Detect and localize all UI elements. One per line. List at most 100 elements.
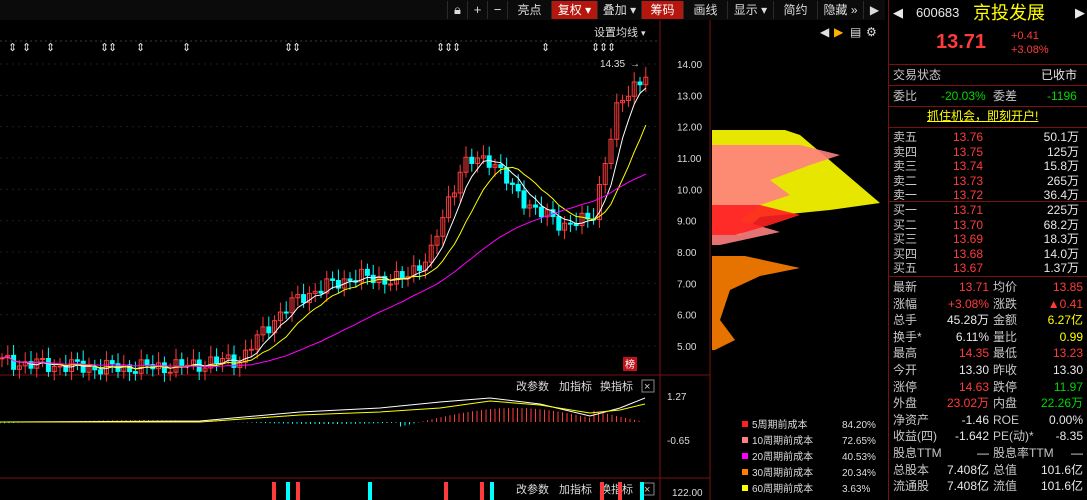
caret-down-icon: ▾ bbox=[761, 3, 768, 17]
lock-icon[interactable]: 🔒︎ bbox=[447, 1, 467, 19]
macd-switch-button[interactable]: 换指标 bbox=[600, 379, 633, 393]
stat-label: 最新 bbox=[893, 280, 918, 294]
chip-legend-name: 5周期前成本 bbox=[752, 418, 808, 431]
triangle-right-icon[interactable]: ▶ bbox=[834, 25, 844, 39]
candle-body bbox=[109, 360, 115, 365]
event-marker-icon: ⇕ bbox=[452, 42, 461, 54]
caret-down-icon: ▾ bbox=[641, 28, 646, 38]
price-tick: 8.00 bbox=[677, 248, 697, 259]
highlight-button[interactable]: 亮点 bbox=[507, 1, 551, 19]
simple-button[interactable]: 简约 bbox=[773, 1, 817, 19]
candle-body bbox=[469, 156, 475, 164]
high-price-marker: 14.35 bbox=[600, 59, 625, 70]
last-price: 13.71 bbox=[936, 31, 987, 53]
stat-value: 7.408亿 bbox=[946, 462, 989, 477]
overlay-button[interactable]: 叠加 ▾ bbox=[597, 1, 641, 19]
draw-line-button[interactable]: 画线 bbox=[683, 1, 727, 19]
chip-legend-pct: 84.20% bbox=[842, 420, 876, 431]
divider bbox=[889, 276, 1087, 277]
vol-add-button[interactable]: 加指标 bbox=[559, 482, 592, 496]
stat-label: 换手* bbox=[893, 329, 922, 344]
candle-body bbox=[11, 354, 17, 370]
candle-body bbox=[538, 206, 544, 218]
stat-label: 涨幅 bbox=[893, 296, 918, 311]
triangle-right-icon[interactable]: ▶ bbox=[1075, 6, 1085, 20]
triangle-left-icon[interactable]: ◀ bbox=[893, 6, 903, 20]
ob-volume: 15.8万 bbox=[1043, 159, 1079, 173]
divider bbox=[889, 106, 1087, 107]
stat-value: 13.23 bbox=[1052, 346, 1083, 361]
gear-icon[interactable]: ⚙ bbox=[866, 25, 877, 39]
chart-area: ⇕ ⇕ ⇕ ⇕⇕ ⇕ ⇕ ⇕⇕ ⇕⇕⇕ ⇕ ⇕⇕⇕ 14.0013.0012.0011.0010.… bbox=[0, 20, 885, 500]
stat-value: 7.408亿 bbox=[946, 479, 989, 494]
bars-icon[interactable]: ▤ bbox=[850, 25, 861, 39]
stat-label: 最低 bbox=[993, 346, 1018, 361]
minus-icon[interactable]: − bbox=[487, 1, 507, 19]
event-marker-icon: ⇕ bbox=[607, 42, 616, 54]
stat-label: 总手 bbox=[893, 313, 918, 328]
event-marker-icon: ⇕ bbox=[8, 42, 17, 54]
volume-bar bbox=[600, 482, 604, 500]
candle-body bbox=[74, 359, 80, 362]
display-button[interactable]: 显示 ▾ bbox=[727, 1, 773, 19]
macd-add-button[interactable]: 加指标 bbox=[559, 379, 592, 393]
price-tick: 10.00 bbox=[677, 185, 702, 196]
weibi-value: -20.03% bbox=[941, 89, 986, 103]
ob-price: 13.67 bbox=[953, 261, 984, 275]
stat-label: ROE bbox=[993, 412, 1020, 427]
price-tick: 5.00 bbox=[677, 342, 697, 353]
weicha-value: -1196 bbox=[1047, 89, 1077, 103]
stat-value: 11.97 bbox=[1053, 379, 1083, 394]
stat-value: 101.6亿 bbox=[1040, 462, 1083, 477]
macd-tick-low: -0.65 bbox=[667, 436, 690, 447]
ob-price: 13.70 bbox=[953, 217, 984, 232]
stat-value: 23.02万 bbox=[946, 396, 989, 411]
divider bbox=[889, 201, 1087, 202]
event-marker-icon: ⇕ bbox=[541, 42, 550, 54]
chip-legend-swatch bbox=[742, 421, 748, 427]
ob-label: 买二 bbox=[893, 217, 918, 232]
volume-bar bbox=[618, 482, 622, 500]
macd-params-button[interactable]: 改参数 bbox=[516, 379, 549, 393]
stat-value: 6.27亿 bbox=[1047, 313, 1083, 328]
chips-button[interactable]: 筹码 bbox=[641, 1, 683, 19]
ob-label: 买五 bbox=[893, 261, 918, 275]
stock-code: 600683 bbox=[916, 5, 960, 20]
stat-value: 14.35 bbox=[958, 346, 989, 361]
vol-params-button[interactable]: 改参数 bbox=[516, 482, 549, 496]
stat-label: 内盘 bbox=[993, 396, 1018, 411]
weibi-label: 委比 bbox=[893, 89, 918, 103]
chip-legend-name: 20周期前成本 bbox=[752, 450, 813, 463]
ob-label: 买三 bbox=[893, 232, 918, 246]
triangle-left-icon[interactable]: ◀ bbox=[820, 25, 830, 39]
adjust-button[interactable]: 复权 ▾ bbox=[551, 1, 597, 19]
chart-toolbar: 🔒︎ + − 亮点 复权 ▾ 叠加 ▾ 筹码 画线 显示 ▾ 简约 隐藏 » ▶ bbox=[0, 0, 885, 20]
candle-body bbox=[283, 311, 289, 314]
chip-legend-name: 30周期前成本 bbox=[752, 466, 813, 479]
event-marker-icon: ⇕ bbox=[22, 42, 31, 54]
event-marker-icon: ⇕ bbox=[46, 42, 55, 54]
candle-body bbox=[556, 216, 562, 231]
stat-value: 13.30 bbox=[958, 363, 989, 377]
ob-label: 卖二 bbox=[893, 173, 918, 188]
candle-body bbox=[45, 358, 51, 372]
plus-icon[interactable]: + bbox=[467, 1, 487, 19]
candle-body bbox=[399, 271, 405, 280]
volume-bar bbox=[444, 482, 448, 500]
price-tick: 6.00 bbox=[677, 311, 697, 322]
candle-body bbox=[301, 294, 307, 303]
arrow-right-icon: → bbox=[630, 59, 640, 70]
ma-setting-link[interactable]: 设置均线 bbox=[594, 25, 638, 39]
nav-right-button[interactable]: ▶ bbox=[863, 1, 885, 19]
hide-button[interactable]: 隐藏 » bbox=[817, 1, 863, 19]
vol-switch-button[interactable]: 换指标 bbox=[600, 482, 633, 496]
candle-body bbox=[248, 348, 254, 351]
stat-label: 均价 bbox=[993, 280, 1018, 294]
stat-label: 流通股 bbox=[893, 479, 930, 494]
price-tick: 11.00 bbox=[677, 154, 702, 165]
divider bbox=[889, 85, 1087, 86]
stat-label: 涨停 bbox=[893, 379, 918, 394]
ob-volume: 265万 bbox=[1046, 173, 1079, 188]
candle-body bbox=[80, 360, 86, 373]
promo-link[interactable]: 抓住机会，即刻开户! bbox=[927, 109, 1038, 123]
